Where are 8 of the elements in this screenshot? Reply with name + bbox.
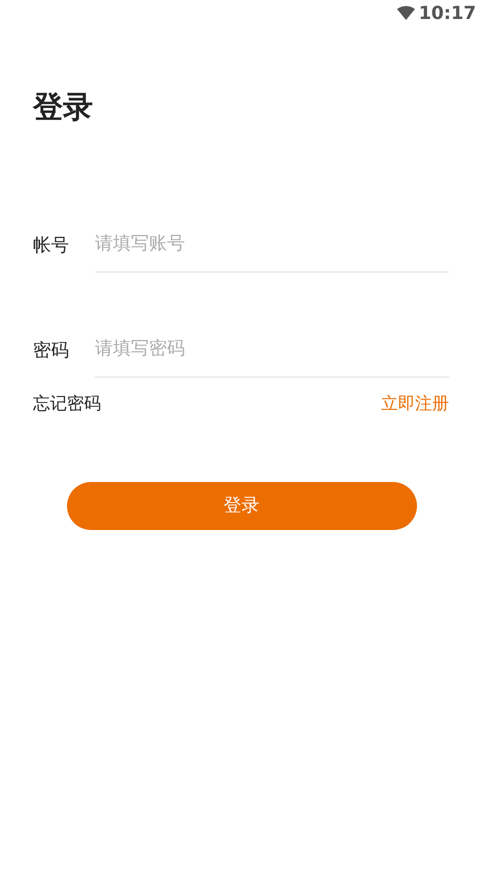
wifi-icon (396, 6, 415, 20)
field-label: 密码 (33, 339, 70, 363)
register-link[interactable]: 立即注册 (381, 392, 449, 418)
forgot-password-link[interactable]: 忘记密码 (33, 392, 101, 418)
login-button[interactable]: 登录 (66, 482, 416, 530)
page-title: 登录 (33, 90, 94, 126)
status-time: 10:17 (418, 2, 476, 26)
field-label: 帐号 (33, 234, 70, 258)
